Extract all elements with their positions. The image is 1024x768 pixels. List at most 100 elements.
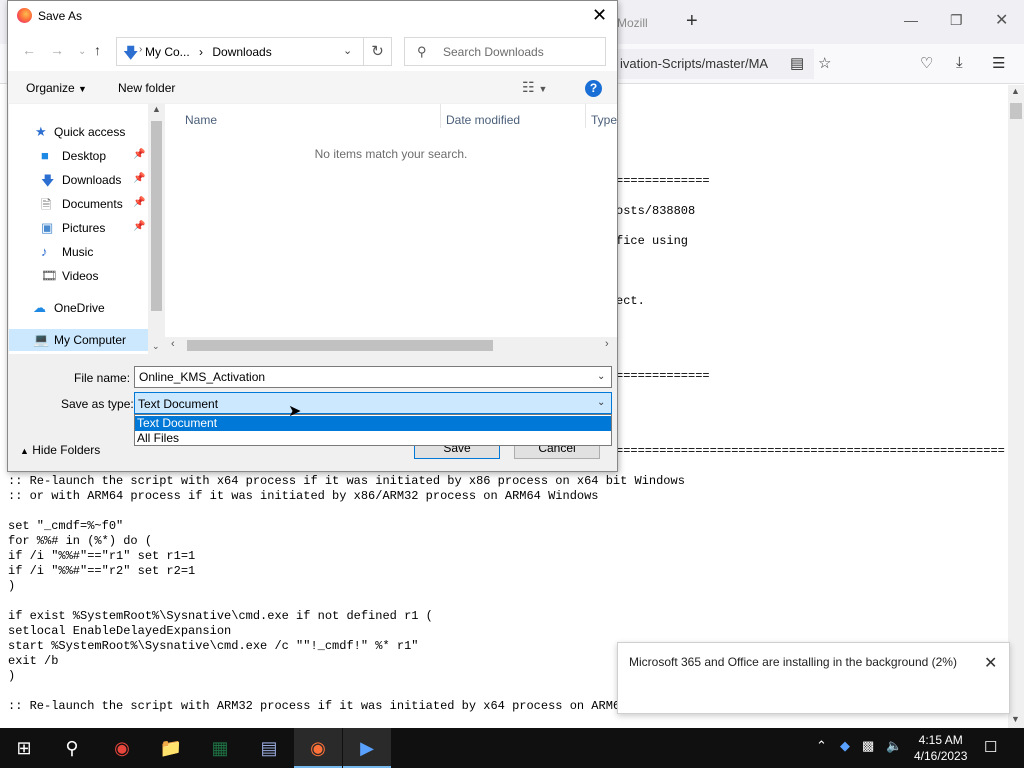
sidebar-item-my-computer[interactable]: 💻 My Computer <box>9 329 149 351</box>
search-placeholder: Search Downloads <box>443 45 544 59</box>
minimize-icon[interactable]: — <box>904 12 918 28</box>
remote-app-icon[interactable]: ▶ <box>343 728 391 768</box>
sidebar-item-pictures[interactable]: ▣ Pictures 📌 <box>9 217 149 239</box>
up-folder-icon[interactable]: ↑ <box>94 42 101 58</box>
start-icon[interactable]: ⊞ <box>0 728 48 768</box>
back-icon[interactable]: ← <box>22 42 36 58</box>
notification-center-icon[interactable]: ☐ <box>984 738 997 756</box>
search-input[interactable]: ⚲ Search Downloads <box>404 37 606 66</box>
sidebar-item-label: Videos <box>62 269 99 283</box>
chevron-down-icon: ▼ <box>78 84 87 94</box>
scroll-down-icon[interactable]: ▼ <box>1011 714 1020 724</box>
view-options-icon[interactable]: ☷ ▼ <box>522 79 547 96</box>
forward-icon[interactable]: → <box>50 42 64 58</box>
chevron-up-icon: ▲ <box>20 446 29 456</box>
network-app-icon[interactable]: ▤ <box>245 728 293 768</box>
dropdown-option[interactable]: Text Document <box>135 416 611 431</box>
code-fragment: ========================================… <box>616 444 1005 458</box>
chevron-down-icon[interactable]: ⌄ <box>152 341 160 352</box>
page-scrollbar[interactable] <box>1008 85 1024 728</box>
nav-pane-scroll-thumb[interactable] <box>151 121 162 311</box>
breadcrumb-separator-icon: › <box>199 45 204 59</box>
file-name-field[interactable]: Online_KMS_Activation ⌄ <box>134 366 612 388</box>
save-as-type-select[interactable]: Text Document ⌄ <box>134 392 612 414</box>
recent-locations-icon[interactable]: ⌄ <box>78 46 86 57</box>
bookmark-star-icon[interactable]: ☆ <box>818 54 831 72</box>
close-icon[interactable]: ✕ <box>984 653 997 673</box>
file-explorer-icon[interactable]: 📁 <box>147 728 195 768</box>
downloads-icon[interactable]: ⤓ <box>956 54 963 71</box>
sidebar-item-documents[interactable]: 🗎 Documents 📌 <box>9 193 149 215</box>
save-as-type-label: Save as type: <box>61 397 134 411</box>
column-divider[interactable] <box>585 104 586 128</box>
file-name-label: File name: <box>74 371 131 385</box>
breadcrumb-item[interactable]: Downloads <box>212 45 271 59</box>
download-icon: 🡇 <box>123 45 139 62</box>
chevron-up-icon[interactable]: ▲ <box>152 104 161 114</box>
file-list-scrollbar[interactable]: ‹ › <box>165 337 617 354</box>
search-icon: ⚲ <box>417 44 427 59</box>
close-window-icon[interactable]: ✕ <box>995 10 1008 30</box>
save-as-type-dropdown-list: Text Document All Files <box>134 414 612 446</box>
column-header-date-modified[interactable]: Date modified <box>446 113 520 127</box>
code-line: :: Re-launch the script with x64 process… <box>8 474 685 488</box>
maximize-icon[interactable]: ❐ <box>950 12 963 29</box>
organize-button[interactable]: Organize ▼ <box>26 81 87 95</box>
sidebar-item-desktop[interactable]: ■ Desktop 📌 <box>9 145 149 167</box>
file-list-scroll-thumb[interactable] <box>187 340 493 351</box>
sidebar-item-onedrive[interactable]: ☁ OneDrive <box>9 297 149 319</box>
url-bar[interactable]: ivation-Scripts/master/MA <box>612 49 814 79</box>
chevron-down-icon[interactable]: ⌄ <box>597 397 605 408</box>
network-icon[interactable]: ▩ <box>862 738 874 754</box>
breadcrumb-item[interactable]: My Co... <box>145 45 190 59</box>
pin-icon: 📌 <box>133 221 146 232</box>
firefox-icon[interactable]: ◉ <box>294 728 342 768</box>
chrome-icon[interactable]: ◉ <box>98 728 146 768</box>
sidebar-item-label: Documents <box>62 197 123 211</box>
column-divider[interactable] <box>440 104 441 128</box>
app-tray-icon[interactable]: ◆ <box>840 738 850 754</box>
sidebar-item-label: Downloads <box>62 173 122 187</box>
dropdown-option[interactable]: All Files <box>135 431 611 446</box>
breadcrumb: My Co... › Downloads <box>145 45 272 59</box>
sidebar-item-videos[interactable]: 🎞 Videos <box>9 265 149 287</box>
clock-time: 4:15 AM <box>918 733 963 747</box>
sidebar-item-downloads[interactable]: 🡇 Downloads 📌 <box>9 169 149 191</box>
chevron-down-icon[interactable]: ⌄ <box>343 44 352 57</box>
close-icon[interactable]: ✕ <box>592 5 607 26</box>
sidebar-item-label: OneDrive <box>54 301 105 315</box>
browser-tab[interactable]: Mozill <box>612 8 672 38</box>
sidebar-item-label: Pictures <box>62 221 106 235</box>
excel-icon[interactable]: ▦ <box>196 728 244 768</box>
pocket-icon[interactable]: ♡ <box>920 54 933 72</box>
volume-icon[interactable]: 🔈 <box>886 738 902 754</box>
navigation-pane: ★ Quick access ■ Desktop 📌 🡇 Downloads 📌 🗎 Doc… <box>9 104 164 354</box>
clock[interactable]: 4:15 AM 4/16/2023 <box>914 732 967 764</box>
address-bar[interactable]: 🡇 › My Co... › Downloads ⌄ <box>116 37 364 66</box>
menu-icon[interactable]: ☰ <box>992 54 1005 72</box>
file-name-value: Online_KMS_Activation <box>139 370 266 384</box>
clock-date: 4/16/2023 <box>914 749 968 763</box>
code-fragment: ============= <box>616 369 710 383</box>
column-header-type[interactable]: Type <box>591 113 617 127</box>
new-tab-button[interactable]: + <box>686 10 698 33</box>
page-scroll-thumb[interactable] <box>1010 103 1022 119</box>
chevron-up-icon[interactable]: ⌃ <box>816 738 827 754</box>
scroll-up-icon[interactable]: ▲ <box>1011 86 1020 96</box>
code-line: set "_cmdf=%~f0" <box>8 519 124 533</box>
computer-icon: 💻 <box>33 332 50 347</box>
hide-folders-button[interactable]: ▲ Hide Folders <box>20 443 100 457</box>
search-icon[interactable]: ⚲ <box>48 728 96 768</box>
organize-label: Organize <box>26 81 75 95</box>
new-folder-button[interactable]: New folder <box>118 81 175 95</box>
help-icon[interactable]: ? <box>585 80 602 97</box>
sidebar-item-music[interactable]: ♪ Music <box>9 241 149 263</box>
code-line: :: Re-launch the script with ARM32 proce… <box>8 699 628 713</box>
chevron-left-icon[interactable]: ‹ <box>171 338 175 350</box>
reader-view-icon[interactable]: ▤ <box>790 54 804 72</box>
chevron-down-icon[interactable]: ⌄ <box>597 371 605 382</box>
refresh-icon[interactable]: ↻ <box>364 37 392 66</box>
chevron-right-icon[interactable]: › <box>605 338 609 350</box>
sidebar-item-quick-access[interactable]: ★ Quick access <box>9 121 149 143</box>
column-header-name[interactable]: Name <box>185 113 217 127</box>
